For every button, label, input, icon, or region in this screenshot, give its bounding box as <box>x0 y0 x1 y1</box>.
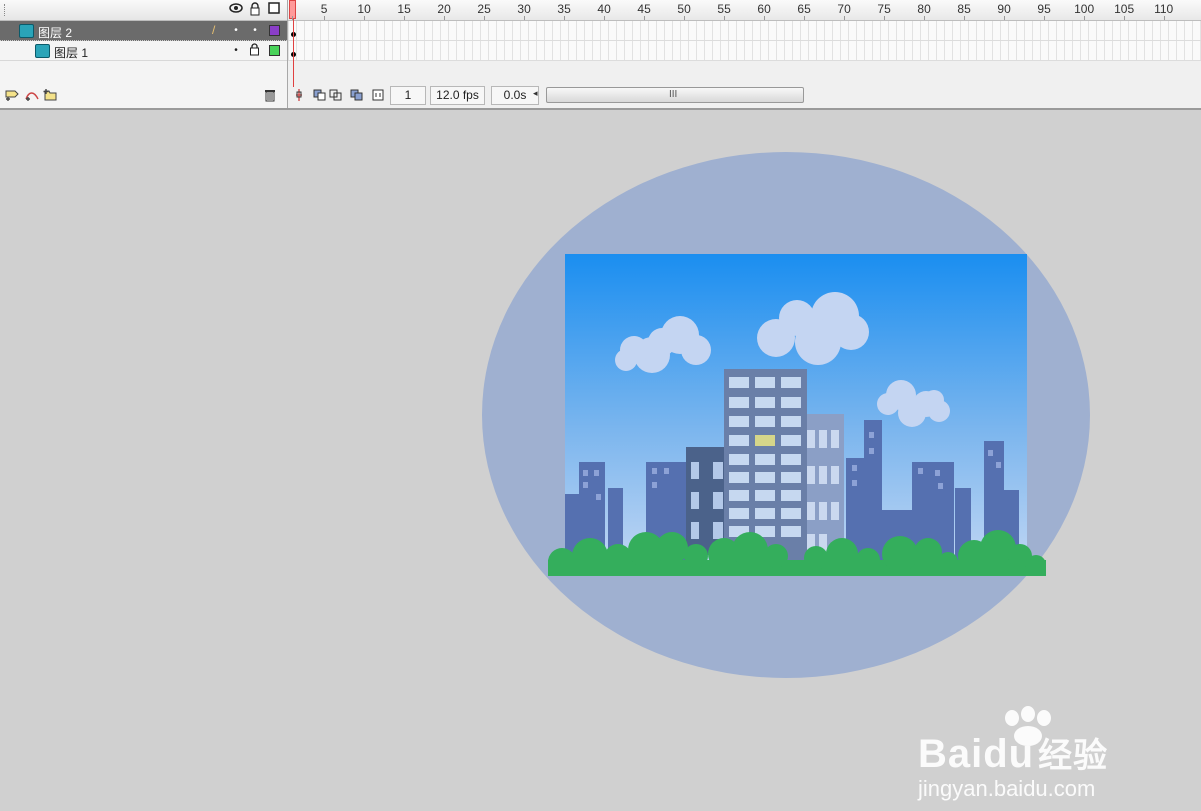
ruler-label: 35 <box>557 2 571 16</box>
ruler-label: 90 <box>997 2 1011 16</box>
ruler-label: 25 <box>477 2 491 16</box>
ruler-tick <box>444 16 445 20</box>
scroll-left-arrow[interactable]: ◂ <box>533 88 538 99</box>
ruler-label: 110 <box>1154 2 1174 16</box>
lit-window <box>755 435 775 446</box>
stage[interactable]: Baidu 经验 jingyan.baidu.com <box>0 110 1201 801</box>
layer-row-1[interactable]: 图层 1 • <box>0 41 287 61</box>
trash-icon[interactable] <box>262 88 278 104</box>
onion-skin-icon[interactable] <box>312 88 328 104</box>
watermark-url: jingyan.baidu.com <box>918 776 1096 801</box>
pencil-icon: / <box>212 23 216 37</box>
scroll-grip: III <box>669 89 678 100</box>
ruler-tick <box>884 16 885 20</box>
ruler-label: 30 <box>517 2 531 16</box>
brand-jingyan: 经验 <box>1038 737 1109 775</box>
ruler-label: 50 <box>677 2 691 16</box>
ruler-label: 65 <box>797 2 811 16</box>
ruler-label: 45 <box>637 2 651 16</box>
ruler-label: 80 <box>917 2 931 16</box>
ruler-label: 105 <box>1114 2 1135 16</box>
layer-name: 图层 2 <box>38 26 73 40</box>
layer-type-icon <box>35 44 50 58</box>
ruler-label: 15 <box>397 2 411 16</box>
horizontal-scrollbar[interactable]: III <box>546 87 804 103</box>
timeline-panel: 图层 2 / • • 图层 1 • 5 10 15 20 25 30 35 40… <box>0 0 1201 110</box>
frame-grid[interactable] <box>288 21 1201 61</box>
frame-ruler[interactable]: 1510152025303540455055606570758085909510… <box>288 0 1201 21</box>
lock-icon[interactable] <box>249 43 261 57</box>
ruler-tick <box>324 16 325 20</box>
eye-icon[interactable] <box>229 2 243 16</box>
ruler-tick <box>1004 16 1005 20</box>
ruler-tick <box>644 16 645 20</box>
ruler-tick <box>844 16 845 20</box>
layer-toolbar <box>0 86 287 106</box>
outline-icon[interactable] <box>267 2 281 16</box>
panel-grip[interactable] <box>4 4 8 16</box>
ruler-tick <box>404 16 405 20</box>
ruler-label: 85 <box>957 2 971 16</box>
frame-row-layer-2[interactable] <box>288 21 1201 41</box>
ruler-tick <box>1044 16 1045 20</box>
center-frame-icon[interactable] <box>291 88 307 104</box>
current-frame-field: 1 <box>390 86 426 105</box>
ruler-label: 60 <box>757 2 771 16</box>
watermark-brand: Baidu 经验 <box>918 728 1108 777</box>
frame-row-layer-1[interactable] <box>288 41 1201 61</box>
layer-type-icon <box>19 24 34 38</box>
ruler-tick <box>684 16 685 20</box>
onion-skin-outlines-icon[interactable] <box>328 88 344 104</box>
stage-canvas <box>482 152 1090 678</box>
ruler-tick <box>1164 16 1165 20</box>
add-motion-guide-icon[interactable] <box>24 88 40 104</box>
ruler-tick <box>484 16 485 20</box>
frames-area: 1510152025303540455055606570758085909510… <box>288 0 1201 87</box>
ruler-tick <box>804 16 805 20</box>
layer-color-swatch[interactable] <box>269 25 280 36</box>
ruler-tick <box>764 16 765 20</box>
layer-header <box>0 0 287 21</box>
elapsed-time-field: 0.0s <box>491 86 539 105</box>
layer-name: 图层 1 <box>54 46 89 60</box>
playhead-line <box>293 19 294 87</box>
brand-bai: Bai <box>918 732 984 776</box>
layers-panel: 图层 2 / • • 图层 1 • <box>0 0 288 108</box>
ruler-tick <box>724 16 725 20</box>
ruler-label: 5 <box>320 2 328 16</box>
visibility-dot[interactable]: • <box>230 45 242 56</box>
layer-color-swatch[interactable] <box>269 45 280 56</box>
modify-onion-markers-icon[interactable] <box>370 88 386 104</box>
lock-icon[interactable] <box>248 2 262 16</box>
insert-layer-icon[interactable] <box>4 88 20 104</box>
ruler-label: 20 <box>437 2 451 16</box>
ruler-tick <box>364 16 365 20</box>
ruler-label: 95 <box>1037 2 1051 16</box>
ruler-tick <box>604 16 605 20</box>
ruler-label: 40 <box>597 2 611 16</box>
lock-dot[interactable]: • <box>249 25 261 36</box>
ruler-tick <box>1124 16 1125 20</box>
ruler-tick <box>564 16 565 20</box>
visibility-dot[interactable]: • <box>230 25 242 36</box>
baidu-watermark: Baidu 经验 jingyan.baidu.com <box>918 706 1138 811</box>
ruler-tick <box>924 16 925 20</box>
ruler-label: 10 <box>357 2 371 16</box>
layer-row-2[interactable]: 图层 2 / • • <box>0 21 287 41</box>
tall-building-windows <box>729 377 801 537</box>
edit-multiple-frames-icon[interactable] <box>349 88 365 104</box>
frame-toolbar: 1 12.0 fps 0.0s ◂ III <box>288 86 1201 106</box>
ruler-label: 100 <box>1074 2 1095 16</box>
ruler-tick <box>524 16 525 20</box>
ruler-label: 75 <box>877 2 891 16</box>
ruler-label: 70 <box>837 2 851 16</box>
brand-du: du <box>983 732 1035 776</box>
frame-rate-field[interactable]: 12.0 fps <box>430 86 485 105</box>
ruler-tick <box>1084 16 1085 20</box>
ruler-label: 55 <box>717 2 731 16</box>
ruler-tick <box>964 16 965 20</box>
insert-folder-icon[interactable] <box>42 88 58 104</box>
